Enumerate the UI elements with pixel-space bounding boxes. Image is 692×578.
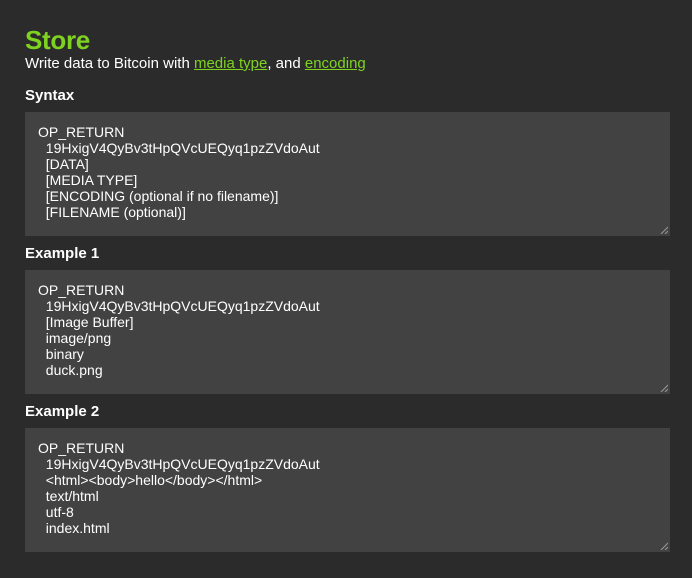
code-line: OP_RETURN: [38, 440, 125, 456]
code-line: index.html: [38, 520, 110, 536]
code-line: text/html: [38, 488, 99, 504]
code-line: duck.png: [38, 362, 103, 378]
code-line: <html><body>hello</body></html>: [38, 472, 263, 488]
store-page: Store Write data to Bitcoin with media t…: [0, 0, 692, 578]
example-2-textarea[interactable]: OP_RETURN 19HxigV4QyBv3tHpQVcUEQyq1pzZVd…: [25, 428, 670, 552]
resize-grip-icon[interactable]: [660, 542, 668, 550]
code-line: [FILENAME (optional)]: [38, 204, 186, 220]
page-title: Store: [25, 25, 90, 55]
subtitle-mid: , and: [267, 55, 305, 72]
code-line: 19HxigV4QyBv3tHpQVcUEQyq1pzZVdoAut: [38, 298, 320, 314]
code-line: [DATA]: [38, 156, 89, 172]
media-type-link[interactable]: media type: [194, 55, 267, 72]
syntax-textarea[interactable]: OP_RETURN 19HxigV4QyBv3tHpQVcUEQyq1pzZVd…: [25, 112, 670, 236]
encoding-link[interactable]: encoding: [305, 55, 366, 72]
code-line: OP_RETURN: [38, 124, 125, 140]
page-subtitle: Write data to Bitcoin with media type, a…: [25, 55, 670, 73]
code-line: 19HxigV4QyBv3tHpQVcUEQyq1pzZVdoAut: [38, 456, 320, 472]
code-line: 19HxigV4QyBv3tHpQVcUEQyq1pzZVdoAut: [38, 140, 320, 156]
code-line: utf-8: [38, 504, 74, 520]
code-line: image/png: [38, 330, 112, 346]
code-line: OP_RETURN: [38, 282, 125, 298]
code-line: [MEDIA TYPE]: [38, 172, 138, 188]
example-2-label: Example 2: [25, 403, 100, 420]
example-1-textarea[interactable]: OP_RETURN 19HxigV4QyBv3tHpQVcUEQyq1pzZVd…: [25, 270, 670, 394]
code-line: [ENCODING (optional if no filename)]: [38, 188, 279, 204]
code-line: [Image Buffer]: [38, 314, 134, 330]
resize-grip-icon[interactable]: [660, 226, 668, 234]
code-line: binary: [38, 346, 84, 362]
resize-grip-icon[interactable]: [660, 384, 668, 392]
example-1-label: Example 1: [25, 245, 100, 262]
subtitle-prefix: Write data to Bitcoin with: [25, 55, 194, 72]
syntax-label: Syntax: [25, 87, 75, 104]
